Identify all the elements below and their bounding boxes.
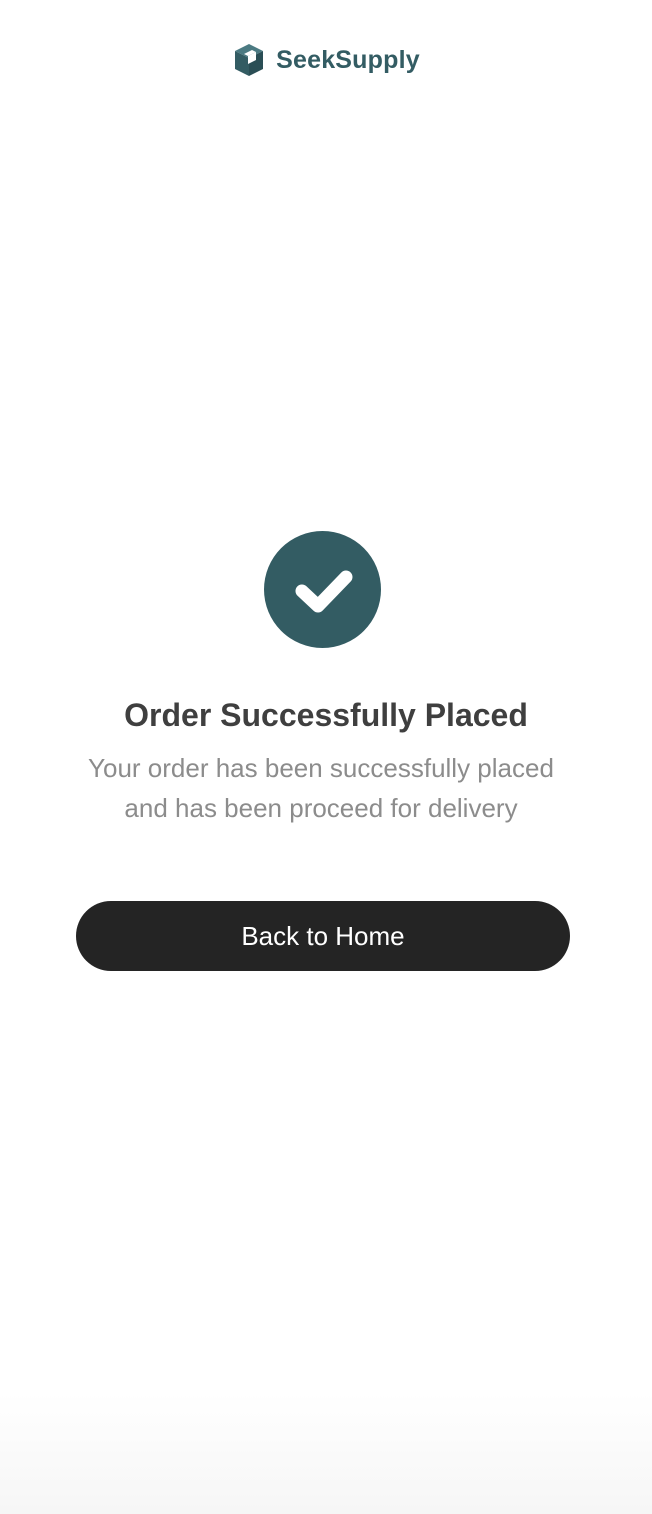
success-title: Order Successfully Placed <box>124 697 528 733</box>
order-success-page: SeekSupply Order Successfully Placed You… <box>0 0 652 1514</box>
cube-logo-icon <box>235 44 264 76</box>
success-message: Your order has been successfully placed … <box>88 753 554 823</box>
checkmark-icon <box>295 570 352 612</box>
brand-header: SeekSupply <box>0 42 652 78</box>
back-to-home-button[interactable]: Back to Home <box>76 901 570 971</box>
brand-name: SeekSupply <box>276 45 420 74</box>
check-circle-icon <box>264 531 381 648</box>
